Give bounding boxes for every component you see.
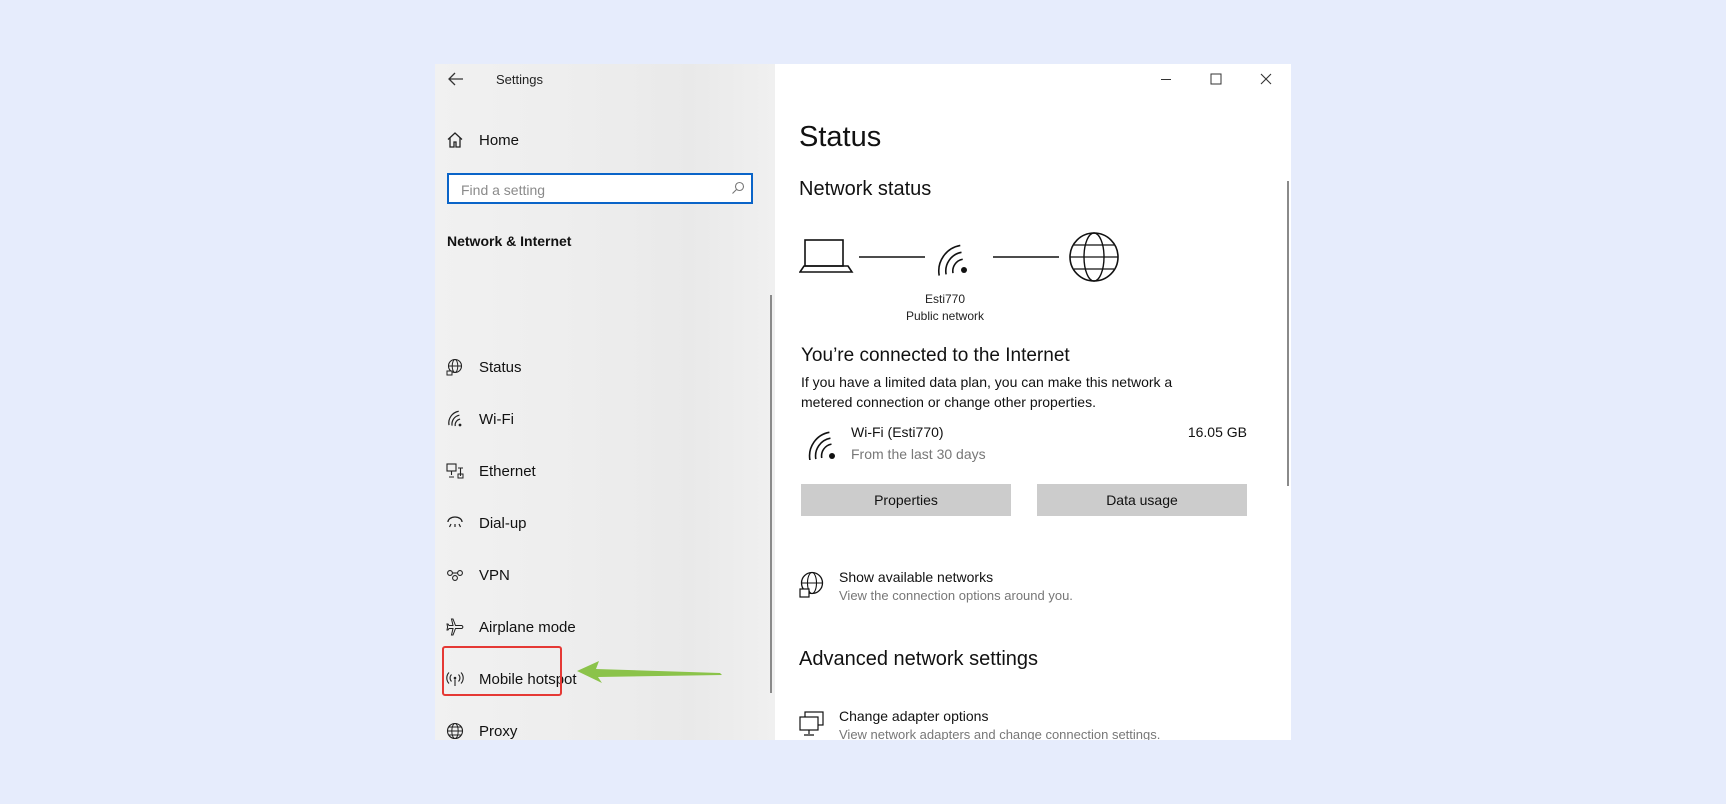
network-diagram xyxy=(799,232,1119,282)
wifi-usage: 16.05 GB xyxy=(1187,424,1247,440)
close-button[interactable] xyxy=(1241,64,1291,94)
laptop-icon xyxy=(799,239,854,273)
back-arrow-icon xyxy=(448,72,463,86)
close-icon xyxy=(1260,73,1272,85)
sidebar-item-label: Ethernet xyxy=(479,462,536,480)
adapter-desc: View network adapters and change connect… xyxy=(839,727,1161,740)
wifi-usage-row: Wi-Fi (Esti770) From the last 30 days 16… xyxy=(801,424,1251,474)
wifi-signal-icon xyxy=(937,244,967,276)
wifi-icon xyxy=(445,410,465,428)
network-name: Esti770 xyxy=(924,292,966,306)
sidebar-item-vpn[interactable]: VPN xyxy=(445,558,745,592)
change-adapter-options[interactable]: Change adapter options View network adap… xyxy=(799,708,1259,740)
internet-globe-icon xyxy=(1069,232,1119,282)
vpn-icon xyxy=(445,566,465,584)
main-scrollbar[interactable] xyxy=(1287,181,1289,486)
adapter-title: Change adapter options xyxy=(839,708,989,724)
connected-title: You’re connected to the Internet xyxy=(801,345,1070,366)
advanced-heading: Advanced network settings xyxy=(799,648,1039,670)
dialup-icon xyxy=(445,514,465,532)
sidebar-item-wifi[interactable]: Wi-Fi xyxy=(445,402,745,436)
wifi-period: From the last 30 days xyxy=(851,446,986,462)
settings-window: Settings Home Network & Internet Status xyxy=(435,64,1291,740)
show-networks-title: Show available networks xyxy=(839,569,994,585)
sidebar-item-label: VPN xyxy=(479,566,510,584)
sidebar-item-label: Proxy xyxy=(479,722,518,740)
properties-button[interactable]: Properties xyxy=(801,484,1011,516)
network-label: Esti770 Public network xyxy=(895,291,995,325)
show-available-networks[interactable]: Show available networks View the connect… xyxy=(799,569,1259,611)
sidebar-item-label: Dial-up xyxy=(479,514,527,532)
wifi-name: Wi-Fi (Esti770) xyxy=(851,424,944,440)
sidebar-item-ethernet[interactable]: Ethernet xyxy=(445,454,745,488)
home-label: Home xyxy=(479,131,520,149)
globe-status-icon xyxy=(445,358,465,376)
data-usage-button[interactable]: Data usage xyxy=(1037,484,1247,516)
minimize-button[interactable] xyxy=(1141,64,1191,94)
sidebar-item-proxy[interactable]: Proxy xyxy=(445,714,745,740)
connected-description: If you have a limited data plan, you can… xyxy=(801,374,1173,410)
network-type: Public network xyxy=(905,309,985,323)
maximize-button[interactable] xyxy=(1191,64,1241,94)
caption-buttons xyxy=(1141,64,1291,94)
back-button[interactable] xyxy=(443,68,469,90)
wifi-icon xyxy=(808,431,835,460)
proxy-highlight-box xyxy=(442,646,562,696)
globe-icon xyxy=(445,722,465,740)
maximize-icon xyxy=(1210,73,1222,85)
window-title: Settings xyxy=(496,72,543,87)
page-title: Status xyxy=(799,121,882,153)
sidebar-item-label: Wi-Fi xyxy=(479,410,514,428)
sidebar-item-airplane[interactable]: Airplane mode xyxy=(445,610,745,644)
sidebar-item-label: Status xyxy=(479,358,522,376)
search-icon[interactable] xyxy=(731,181,745,200)
globe-network-icon xyxy=(799,571,824,598)
minimize-icon xyxy=(1161,79,1171,80)
nav-home[interactable]: Home xyxy=(445,124,765,156)
show-networks-desc: View the connection options around you. xyxy=(839,588,1073,603)
sidebar-scrollbar[interactable] xyxy=(770,295,772,693)
adapter-icon xyxy=(799,711,824,736)
airplane-icon xyxy=(445,618,465,636)
title-bar: Settings xyxy=(435,64,775,94)
main-content: Status Network status Esti770 Public net… xyxy=(775,64,1291,740)
search-input[interactable] xyxy=(459,179,723,201)
home-icon xyxy=(445,131,465,149)
sidebar: Settings Home Network & Internet Status xyxy=(435,64,775,740)
sidebar-item-dialup[interactable]: Dial-up xyxy=(445,506,745,540)
sidebar-item-label: Airplane mode xyxy=(479,618,576,636)
search-box xyxy=(447,173,753,204)
ethernet-icon xyxy=(445,462,465,480)
network-status-heading: Network status xyxy=(799,178,932,200)
section-header: Network & Internet xyxy=(447,233,572,249)
sidebar-item-status[interactable]: Status xyxy=(445,350,745,384)
pointer-arrow-icon xyxy=(577,661,722,683)
